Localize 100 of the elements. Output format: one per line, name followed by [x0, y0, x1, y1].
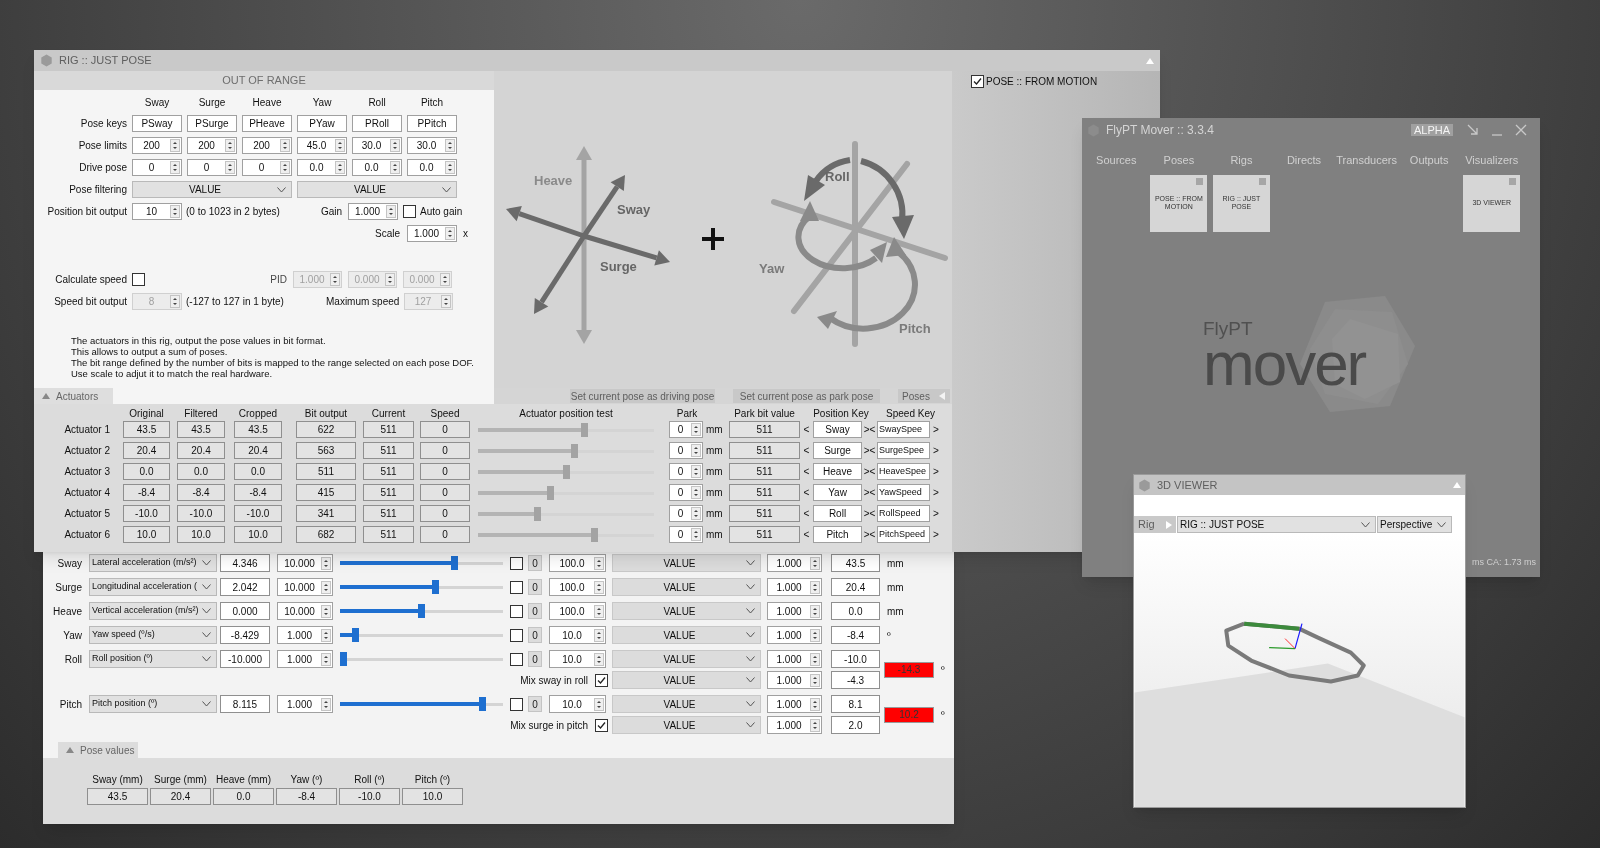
slider-thumb[interactable] [533, 506, 541, 521]
input-field[interactable]: SurgeSpee [877, 442, 930, 459]
spinner-arrows-icon[interactable] [810, 673, 820, 687]
dropdown[interactable]: Vertical acceleration (m/s²) [89, 602, 217, 620]
spinner-arrows-icon[interactable] [810, 604, 820, 618]
zero-button[interactable]: 0 [528, 579, 542, 595]
dropdown[interactable]: VALUE [612, 626, 761, 644]
spin-field[interactable]: 1.000 [767, 602, 822, 620]
slider-thumb[interactable] [591, 527, 599, 542]
dropdown[interactable]: VALUE [297, 181, 457, 198]
zero-button[interactable]: 0 [528, 696, 542, 712]
spin-field[interactable]: 0 [242, 159, 292, 176]
input-field[interactable]: PHeave [242, 115, 292, 132]
spin-field[interactable]: 1.000 [277, 626, 333, 644]
input-field[interactable]: SwaySpee [877, 421, 930, 438]
input-field[interactable]: Yaw [813, 484, 862, 501]
checkbox[interactable] [510, 628, 523, 642]
spin-field[interactable]: 100.0 [549, 602, 606, 620]
spinner-arrows-icon[interactable] [170, 139, 180, 152]
slider-thumb[interactable] [547, 485, 555, 500]
spin-field[interactable]: 1.000 [767, 626, 822, 644]
spin-field[interactable]: 1.000 [767, 554, 822, 572]
spin-field[interactable]: 1.000 [767, 695, 822, 713]
input-field[interactable]: PPitch [407, 115, 457, 132]
spin-field[interactable]: 30.0 [352, 137, 402, 154]
dropdown[interactable]: RIG :: JUST POSE [1177, 516, 1376, 533]
zero-button[interactable]: 0 [528, 555, 542, 571]
dropdown[interactable]: VALUE [612, 671, 761, 689]
dropdown[interactable]: VALUE [612, 695, 761, 713]
spinner-arrows-icon[interactable] [691, 528, 701, 541]
input-field[interactable]: HeaveSpee [877, 463, 930, 480]
spinner-arrows-icon[interactable] [594, 580, 604, 594]
dropdown[interactable]: VALUE [132, 181, 292, 198]
slider[interactable] [478, 526, 654, 543]
input-field[interactable]: PSurge [187, 115, 237, 132]
action-button[interactable]: Set current pose as park pose [733, 389, 880, 403]
dropdown[interactable]: Yaw speed (º/s) [89, 626, 217, 644]
slider-thumb[interactable] [418, 604, 425, 618]
dropdown[interactable]: Roll position (º) [89, 650, 217, 668]
spinner-arrows-icon[interactable] [321, 580, 331, 594]
dropdown[interactable]: VALUE [612, 602, 761, 620]
slider-thumb[interactable] [478, 697, 486, 711]
slider-thumb[interactable] [450, 556, 458, 570]
checkbox[interactable] [132, 273, 145, 286]
spinner-arrows-icon[interactable] [810, 697, 820, 711]
spin-field[interactable]: 0 [669, 484, 703, 501]
dropdown[interactable]: VALUE [612, 578, 761, 596]
spin-field[interactable]: 10.0 [549, 626, 606, 644]
slider-thumb[interactable] [432, 580, 440, 594]
spinner-arrows-icon[interactable] [280, 161, 290, 174]
slider-thumb[interactable] [562, 464, 570, 479]
slider[interactable] [478, 442, 654, 459]
checkbox[interactable] [595, 718, 608, 732]
spinner-arrows-icon[interactable] [445, 139, 455, 152]
spinner-arrows-icon[interactable] [321, 604, 331, 618]
spin-field[interactable]: 0 [669, 421, 703, 438]
slider[interactable] [340, 651, 503, 667]
input-field[interactable]: Heave [813, 463, 862, 480]
slider-thumb[interactable] [570, 443, 578, 458]
spin-field[interactable]: 200 [132, 137, 182, 154]
spinner-arrows-icon[interactable] [321, 556, 331, 570]
input-field[interactable]: PitchSpeed [877, 526, 930, 543]
spinner-arrows-icon[interactable] [321, 697, 331, 711]
checkbox[interactable] [510, 580, 523, 594]
dropdown[interactable]: VALUE [612, 650, 761, 668]
spinner-arrows-icon[interactable] [691, 423, 701, 436]
input-field[interactable]: YawSpeed [877, 484, 930, 501]
spin-field[interactable]: 10.000 [277, 578, 333, 596]
spin-field[interactable]: 0 [669, 526, 703, 543]
checkbox[interactable] [510, 697, 523, 711]
spin-field[interactable]: 200 [242, 137, 292, 154]
spinner-arrows-icon[interactable] [594, 652, 604, 666]
slider[interactable] [340, 579, 503, 595]
spinner-arrows-icon[interactable] [594, 604, 604, 618]
dropdown[interactable]: VALUE [612, 554, 761, 572]
input-field[interactable]: Surge [813, 442, 862, 459]
input-field[interactable]: PYaw [297, 115, 347, 132]
slider[interactable] [478, 505, 654, 522]
spinner-arrows-icon[interactable] [445, 227, 455, 240]
slider[interactable] [478, 484, 654, 501]
spin-field[interactable]: 10.000 [277, 602, 333, 620]
spinner-arrows-icon[interactable] [170, 205, 180, 218]
spin-field[interactable]: 0 [132, 159, 182, 176]
slider[interactable] [478, 463, 654, 480]
spinner-arrows-icon[interactable] [386, 205, 396, 218]
pose-values-tab[interactable]: Pose values [58, 742, 138, 758]
spinner-arrows-icon[interactable] [810, 556, 820, 570]
spinner-arrows-icon[interactable] [810, 652, 820, 666]
spinner-arrows-icon[interactable] [225, 161, 235, 174]
spinner-arrows-icon[interactable] [691, 486, 701, 499]
spin-field[interactable]: 10 [132, 203, 182, 220]
spinner-arrows-icon[interactable] [691, 444, 701, 457]
spin-field[interactable]: 100.0 [549, 578, 606, 596]
zero-button[interactable]: 0 [528, 651, 542, 667]
dropdown[interactable]: Lateral acceleration (m/s²) [89, 554, 217, 572]
spin-field[interactable]: 1.000 [277, 695, 333, 713]
poses-tab[interactable]: Poses [898, 389, 950, 403]
spinner-arrows-icon[interactable] [225, 139, 235, 152]
spinner-arrows-icon[interactable] [691, 465, 701, 478]
spin-field[interactable]: 100.0 [549, 554, 606, 572]
